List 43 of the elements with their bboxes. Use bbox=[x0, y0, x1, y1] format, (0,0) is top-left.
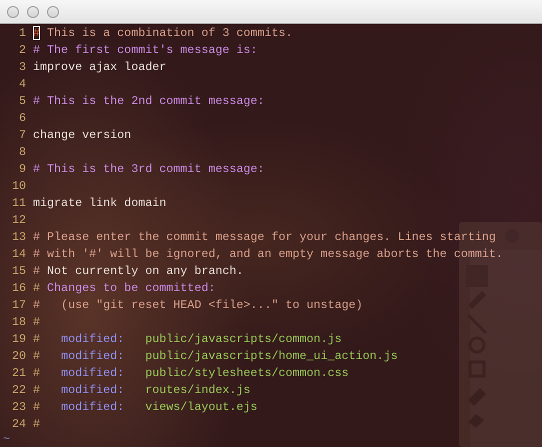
empty-line-marker: ~ bbox=[2, 433, 10, 446]
line-number: 4 bbox=[18, 76, 27, 93]
line-number: 9 bbox=[18, 161, 27, 178]
line-number: 5 bbox=[18, 93, 27, 110]
code-line: # (use "git reset HEAD <file>..." to unstage) bbox=[33, 297, 363, 314]
line-number: 16 bbox=[10, 280, 27, 297]
line-number: 20 bbox=[10, 348, 27, 365]
code-line: # Please enter the commit message for your changes. Lines starting bbox=[33, 229, 496, 246]
line-number: 21 bbox=[10, 365, 27, 382]
code-line: # The first commit's message is: bbox=[33, 42, 258, 59]
line-number: 8 bbox=[18, 144, 27, 161]
code-line: # bbox=[33, 314, 40, 331]
line-number: 24 bbox=[10, 416, 27, 433]
code-line: # with '#' will be ignored, and an empty message aborts the commit. bbox=[33, 246, 503, 263]
line-number: 14 bbox=[10, 246, 27, 263]
code-line: # modified: views/layout.ejs bbox=[33, 399, 258, 416]
line-number: 13 bbox=[10, 229, 27, 246]
code-line: change version bbox=[33, 127, 132, 144]
line-number: 3 bbox=[18, 59, 27, 76]
line-number: 12 bbox=[10, 212, 27, 229]
line-number: 10 bbox=[10, 178, 27, 195]
code-line: # Changes to be committed: bbox=[33, 280, 216, 297]
line-number: 6 bbox=[18, 110, 27, 127]
line-number: 2 bbox=[18, 42, 27, 59]
code-line: # Not currently on any branch. bbox=[33, 263, 244, 280]
line-number: 17 bbox=[10, 297, 27, 314]
code-line: # This is the 2nd commit message: bbox=[33, 93, 264, 110]
code-line: # This is the 3rd commit message: bbox=[33, 161, 264, 178]
code-line: # modified: public/javascripts/home_ui_action.js bbox=[33, 348, 398, 365]
code-line: migrate link domain bbox=[33, 195, 166, 212]
line-number: 22 bbox=[10, 382, 27, 399]
line-number: 19 bbox=[10, 331, 27, 348]
code-line: # modified: public/stylesheets/common.css bbox=[33, 365, 349, 382]
line-number: 15 bbox=[10, 263, 27, 280]
line-number: 7 bbox=[18, 127, 27, 144]
code-line: improve ajax loader bbox=[33, 59, 166, 76]
line-number: 1 bbox=[18, 25, 27, 42]
line-number: 18 bbox=[10, 314, 27, 331]
line-number: 23 bbox=[10, 399, 27, 416]
code-line: # modified: routes/index.js bbox=[33, 382, 250, 399]
code-line: # bbox=[33, 416, 40, 433]
line-number: 11 bbox=[10, 195, 27, 212]
code-line: # modified: public/javascripts/common.js bbox=[33, 331, 342, 348]
